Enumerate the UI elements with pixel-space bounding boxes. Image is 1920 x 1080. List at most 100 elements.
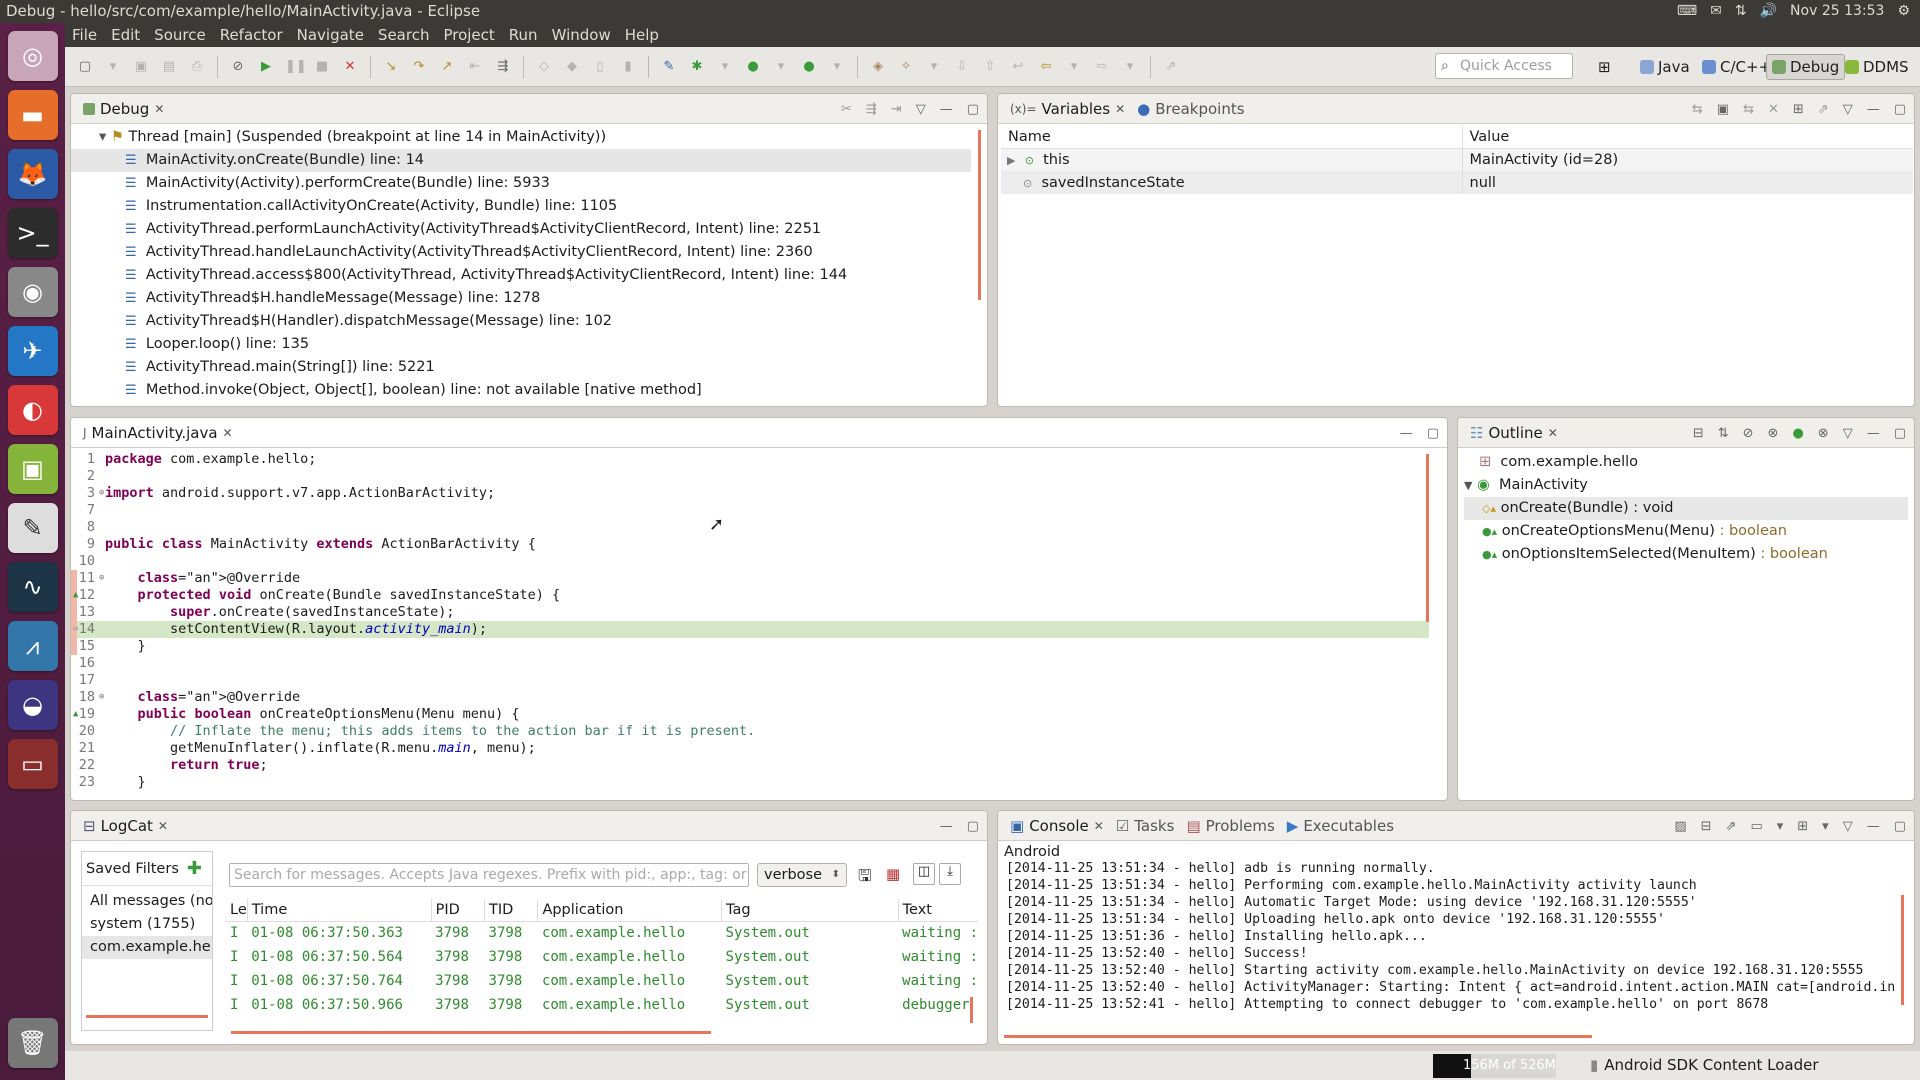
android-sdk-icon[interactable]: ✎ [660,58,678,76]
forward-dropdown-icon[interactable]: ▾ [1121,58,1139,76]
external-tools-icon[interactable]: ● [800,58,818,76]
scrollbar-marker[interactable] [970,997,973,1023]
toggle-filters-icon[interactable]: ◫ [913,863,935,885]
trash-icon[interactable]: 🗑 [7,1018,58,1068]
clear-console-icon[interactable]: ▨ [1674,819,1686,834]
open-dropdown-icon[interactable]: ▾ [1822,819,1829,834]
menu-file[interactable]: File [65,26,104,44]
minimize-icon[interactable]: — [1867,819,1880,834]
stack-frame[interactable]: ☰ MainActivity(Activity).performCreate(B… [71,172,971,195]
close-icon[interactable]: ✕ [1115,102,1125,116]
tab-console[interactable]: ▣ Console ✕ [1004,811,1110,841]
column-header-tid[interactable]: TID [484,899,539,921]
workspace-icon[interactable]: ▭ [7,739,58,789]
back-icon[interactable]: ⇦ [1037,58,1055,76]
redhat-icon[interactable]: ◐ [7,385,58,435]
stack-frame[interactable]: ☰ ActivityThread.access$800(ActivityThre… [71,264,971,287]
perspective-cpp[interactable]: C/C++ [1697,54,1776,80]
logcat-search-input[interactable]: Search for messages. Accepts Java regexe… [229,863,749,887]
table-row[interactable]: I 01-08 06:37:50.764 3798 3798 com.example.h… [226,969,978,993]
minimize-icon[interactable]: — [1867,102,1880,117]
scroll-lock-icon[interactable]: ⤓ [939,863,961,885]
stack-frame[interactable]: ☰ ActivityThread.main(String[]) line: 52… [71,356,971,379]
scrollbar-marker[interactable] [231,1031,711,1034]
remove-terminated-icon[interactable]: ✂ [841,102,852,117]
pin-editor-icon[interactable]: ⇗ [1162,58,1180,76]
last-edit-icon[interactable]: ↩ [1009,58,1027,76]
link-icon[interactable]: ⇆ [1743,102,1754,117]
search-dropdown-icon[interactable]: ▾ [925,58,943,76]
hide-nonpublic-icon[interactable]: ● [1792,426,1803,441]
toggle-icon-4[interactable]: ▮ [619,58,637,76]
use-step-filters-icon[interactable]: ⇶ [494,58,512,76]
filter-item[interactable]: All messages (no f [82,890,212,913]
save-icon[interactable]: ▣ [132,58,150,76]
eclipse-icon[interactable]: ◒ [7,680,58,730]
outline-class[interactable]: ▼ ◉ MainActivity [1464,474,1914,497]
stack-frame[interactable]: ☰ ActivityThread.handleLaunchActivity(Ac… [71,241,971,264]
step-filter-icon[interactable]: ⇶ [866,102,877,117]
prev-annotation-icon[interactable]: ⇧ [981,58,999,76]
table-row[interactable]: I 01-08 06:37:50.564 3798 3798 com.example.h… [226,945,978,969]
code-line[interactable]: ▲ 19 public boolean onCreateOptionsMenu(M… [71,706,1447,723]
code-line[interactable]: ⊕ 3 import android.support.v7.app.ActionBa… [71,485,1447,502]
column-header-text[interactable]: Text [898,899,978,921]
code-line[interactable]: 15 } [71,638,1447,655]
remove-icon[interactable]: ✕ [1768,102,1779,117]
filter-item-selected[interactable]: com.example.hell [82,936,212,959]
minimize-icon[interactable]: — [940,102,953,117]
view-menu-icon[interactable]: ▽ [916,102,926,117]
keyboard-icon[interactable]: ⌨ [1677,0,1697,23]
tab-tasks[interactable]: ☑ Tasks [1110,811,1181,841]
uget-icon[interactable]: ✈ [7,326,58,376]
hide-local-icon[interactable]: ⊗ [1818,426,1829,441]
console-output[interactable]: [2014-11-25 13:51:34 - hello] adb is run… [998,860,1914,1013]
scrollbar-marker[interactable] [86,1015,208,1018]
code-line[interactable]: ⊕ 18 class="an">@Override [71,689,1447,706]
tab-debug[interactable]: Debug ✕ [77,94,170,124]
stack-frame[interactable]: ☰ ActivityThread$H.handleMessage(Message… [71,287,971,310]
thread-node[interactable]: ▾ ⚑ Thread [main] (Suspended (breakpoint… [99,126,987,149]
stack-frame[interactable]: ☰ MainActivity.onCreate(Bundle) line: 14 [71,149,971,172]
view-menu-icon[interactable]: ▽ [1843,102,1853,117]
code-line[interactable]: 9 public class MainActivity extends Actio… [71,536,1447,553]
column-header-time[interactable]: Time [247,899,432,921]
close-icon[interactable]: ✕ [158,819,168,833]
export-icon[interactable]: ⇗ [1818,102,1829,117]
code-line[interactable]: 2 [71,468,1447,485]
column-header-application[interactable]: Application [537,899,723,921]
firefox-icon[interactable]: 🦊 [7,149,58,199]
gear-icon[interactable]: ⚙ [1897,0,1910,23]
view-menu-icon[interactable]: ▽ [1843,426,1853,441]
display-console-icon[interactable]: ▭ [1750,819,1762,834]
terminate-icon[interactable]: ■ [313,58,331,76]
stack-frame[interactable]: ☰ ActivityThread.performLaunchActivity(A… [71,218,971,241]
maximize-icon[interactable]: ▢ [967,819,979,834]
stack-frame[interactable]: ☰ Looper.loop() line: 135 [71,333,971,356]
close-icon[interactable]: ✕ [1094,819,1104,833]
close-icon[interactable]: ✕ [154,102,164,116]
camera-icon[interactable]: ◉ [7,267,58,317]
save-all-icon[interactable]: ▤ [160,58,178,76]
code-line[interactable]: 16 [71,655,1447,672]
close-icon[interactable]: ✕ [223,426,233,440]
dash-icon[interactable]: ◎ [7,31,58,81]
outline-method[interactable]: ●▴ onOptionsItemSelected(MenuItem) : boo… [1464,543,1914,566]
code-line[interactable]: 17 [71,672,1447,689]
fold-icon[interactable]: ⊕ [99,485,104,502]
back-dropdown-icon[interactable]: ▾ [1065,58,1083,76]
code-line[interactable]: 22 return true; [71,757,1447,774]
log-level-select[interactable]: verbose ⬍ [757,863,847,887]
code-line[interactable]: ⇨ 14 setContentView(R.layout.activity_mai… [71,621,1429,638]
disconnect-icon[interactable]: ✕ [341,58,359,76]
table-row[interactable]: I 01-08 06:37:50.363 3798 3798 com.example.h… [226,921,978,945]
resume-icon[interactable]: ▶ [257,58,275,76]
maximize-icon[interactable]: ▢ [1427,426,1439,441]
minimize-icon[interactable]: — [940,819,953,834]
debug-dropdown-icon[interactable]: ▾ [716,58,734,76]
stack-frame[interactable]: ☰ ActivityThread$H(Handler).dispatchMess… [71,310,971,333]
run-dropdown-icon[interactable]: ▾ [772,58,790,76]
column-header-name[interactable]: Name [1001,126,1463,148]
step-over-icon[interactable]: ↷ [410,58,428,76]
step-return-icon[interactable]: ↗ [438,58,456,76]
